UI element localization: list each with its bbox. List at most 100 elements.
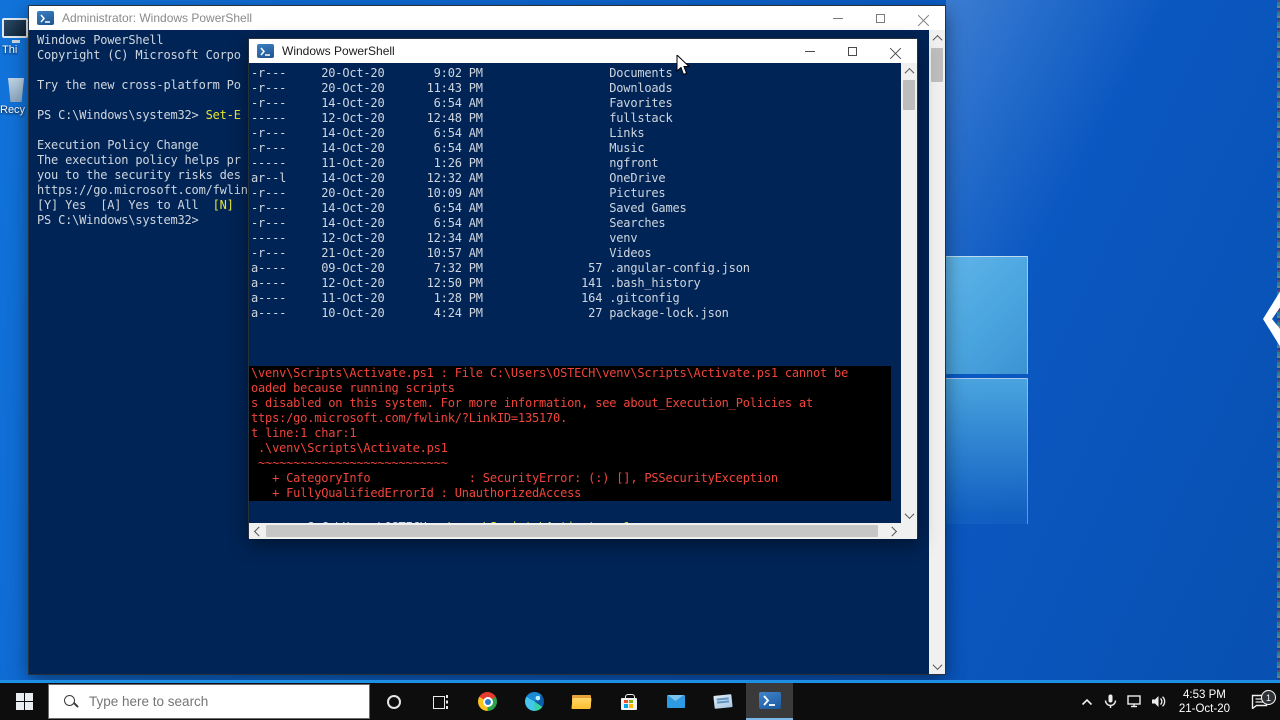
taskbar-chrome[interactable] xyxy=(464,683,511,720)
chrome-icon xyxy=(478,692,497,711)
console-line: you to the security risks des xyxy=(37,168,241,182)
taskbar: 4:53 PM 21-Oct-20 1 xyxy=(0,683,1280,720)
error-line: \venv\Scripts\Activate.ps1 : File C:\Use… xyxy=(251,366,849,380)
taskbar-clock[interactable]: 4:53 PM 21-Oct-20 xyxy=(1171,688,1238,716)
scroll-right-button[interactable] xyxy=(885,523,901,539)
close-button[interactable] xyxy=(874,39,917,63)
desktop: Thi Recy Administrator: Windows PowerShe… xyxy=(0,0,1280,720)
powershell-icon xyxy=(758,692,781,709)
scrollbar-corner xyxy=(901,523,917,539)
powershell-window-title: Windows PowerShell xyxy=(282,44,395,58)
listing-row: a---- 11-Oct-20 1:28 PM 164 .gitconfig xyxy=(251,291,680,305)
mail-icon xyxy=(666,695,685,708)
powershell-console-output: -r--- 20-Oct-20 9:02 PM Documents -r--- … xyxy=(249,63,901,523)
error-line: + CategoryInfo : SecurityError: (:) [], … xyxy=(251,471,778,485)
task-view-icon xyxy=(432,694,449,709)
this-pc-icon xyxy=(2,18,28,43)
tray-chevron-button[interactable] xyxy=(1075,698,1099,706)
error-line: s disabled on this system. For more info… xyxy=(251,396,813,410)
typed-command: Set-E xyxy=(205,108,241,122)
console-line: Windows PowerShell xyxy=(37,33,164,47)
taskbar-edge[interactable] xyxy=(511,683,558,720)
scroll-up-button[interactable] xyxy=(929,30,945,46)
powershell-window-icon xyxy=(257,44,274,58)
listing-row: a---- 12-Oct-20 12:50 PM 141 .bash_histo… xyxy=(251,276,701,290)
console-line: [Y] Yes [A] Yes to All [N] xyxy=(37,198,234,212)
console-line: Try the new cross-platform Po xyxy=(37,78,241,92)
clock-time: 4:53 PM xyxy=(1183,688,1226,701)
minimize-button[interactable] xyxy=(816,6,859,30)
tray-microphone[interactable] xyxy=(1099,694,1123,709)
listing-row: a---- 10-Oct-20 4:24 PM 27 package-lock.… xyxy=(251,306,729,320)
taskbar-app[interactable] xyxy=(699,683,746,720)
chevron-up-icon xyxy=(1081,698,1092,705)
maximize-button[interactable] xyxy=(859,6,902,30)
error-line: ttps:/go.microsoft.com/fwlink/?LinkID=13… xyxy=(251,411,568,425)
listing-row: -r--- 20-Oct-20 10:09 AM Pictures xyxy=(251,186,666,200)
wallpaper-logo-pane-top xyxy=(946,256,1028,374)
start-button[interactable] xyxy=(0,683,48,720)
taskbar-search[interactable] xyxy=(48,684,370,719)
listing-row: ----- 11-Oct-20 1:26 PM ngfront xyxy=(251,156,659,170)
scroll-down-button[interactable] xyxy=(901,507,917,523)
listing-row: -r--- 14-Oct-20 6:54 AM Saved Games xyxy=(251,201,687,215)
maximize-button[interactable] xyxy=(831,39,874,63)
search-input[interactable] xyxy=(89,694,329,709)
edge-icon xyxy=(525,692,544,711)
white-arrow-artifact xyxy=(1263,291,1280,347)
task-view-button[interactable] xyxy=(417,683,464,720)
console-line: The execution policy helps pr xyxy=(37,153,241,167)
taskbar-powershell-active[interactable] xyxy=(746,683,793,720)
recycle-bin-icon xyxy=(8,78,24,102)
windows-logo-icon xyxy=(15,693,33,710)
close-button[interactable] xyxy=(902,6,945,30)
scrollbar-thumb[interactable] xyxy=(931,48,943,82)
default-choice: [N] xyxy=(212,198,234,212)
scrollbar-thumb[interactable] xyxy=(266,525,878,537)
listing-row: ----- 12-Oct-20 12:34 AM venv xyxy=(251,231,638,245)
search-icon xyxy=(63,694,79,710)
action-center-button[interactable]: 1 xyxy=(1238,690,1280,709)
file-explorer-icon xyxy=(572,694,591,709)
listing-row: -r--- 20-Oct-20 11:43 PM Downloads xyxy=(251,81,673,95)
scroll-left-button[interactable] xyxy=(249,523,265,539)
minimize-button[interactable] xyxy=(788,39,831,63)
console-line: PS C:\Windows\system32> Set-E xyxy=(37,108,241,122)
command-line: S C:\Users\OSTECH> .\venv\Scripts\Activa… xyxy=(251,351,630,380)
scroll-up-button[interactable] xyxy=(901,63,917,79)
directory-listing: -r--- 20-Oct-20 9:02 PM Documents -r--- … xyxy=(251,66,750,321)
taskbar-mail[interactable] xyxy=(652,683,699,720)
listing-row: -r--- 14-Oct-20 6:54 AM Searches xyxy=(251,216,666,230)
wallpaper-light-beam xyxy=(946,0,1280,258)
error-line: + FullyQualifiedErrorId : UnauthorizedAc… xyxy=(251,486,582,500)
app-window-icon xyxy=(712,694,733,709)
vertical-scrollbar[interactable] xyxy=(901,63,917,523)
microsoft-store-icon xyxy=(620,693,637,710)
admin-window-title: Administrator: Windows PowerShell xyxy=(62,11,253,25)
scroll-down-button[interactable] xyxy=(929,658,945,674)
powershell-window-titlebar[interactable]: Windows PowerShell xyxy=(249,39,917,63)
admin-window-titlebar[interactable]: Administrator: Windows PowerShell xyxy=(29,6,945,30)
console-prompt: PS C:\Windows\system32> xyxy=(37,213,199,227)
tray-network[interactable] xyxy=(1123,695,1147,708)
scrollbar-thumb[interactable] xyxy=(903,80,915,110)
listing-row: ----- 12-Oct-20 12:48 PM fullstack xyxy=(251,111,673,125)
cortana-icon xyxy=(386,694,401,709)
listing-row: -r--- 20-Oct-20 9:02 PM Documents xyxy=(251,66,673,80)
tray-volume[interactable] xyxy=(1147,695,1171,708)
error-line: t line:1 char:1 xyxy=(251,426,357,440)
listing-row: -r--- 21-Oct-20 10:57 AM Videos xyxy=(251,246,652,260)
taskbar-file-explorer[interactable] xyxy=(558,683,605,720)
powershell-window: Windows PowerShell -r--- 20-Oct-20 9:02 … xyxy=(248,38,918,539)
microphone-icon xyxy=(1105,694,1117,708)
listing-row: a---- 09-Oct-20 7:32 PM 57 .angular-conf… xyxy=(251,261,750,275)
network-icon xyxy=(1127,695,1141,708)
cortana-button[interactable] xyxy=(370,683,417,720)
wallpaper-logo-pane-bottom xyxy=(946,378,1028,524)
system-tray: 4:53 PM 21-Oct-20 1 xyxy=(1075,683,1280,720)
taskbar-store[interactable] xyxy=(605,683,652,720)
mouse-cursor xyxy=(676,55,690,76)
horizontal-scrollbar[interactable] xyxy=(249,523,901,539)
admin-vertical-scrollbar[interactable] xyxy=(929,30,945,674)
console-line: Execution Policy Change xyxy=(37,138,199,152)
